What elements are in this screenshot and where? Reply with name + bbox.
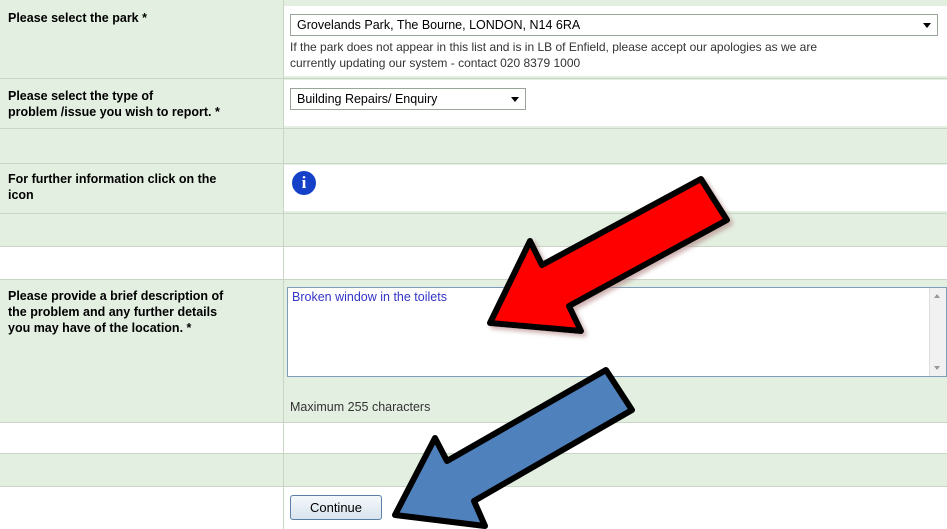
- red-arrow: [487, 176, 730, 334]
- annotation-arrows: [392, 176, 730, 529]
- blue-arrow: [392, 367, 635, 529]
